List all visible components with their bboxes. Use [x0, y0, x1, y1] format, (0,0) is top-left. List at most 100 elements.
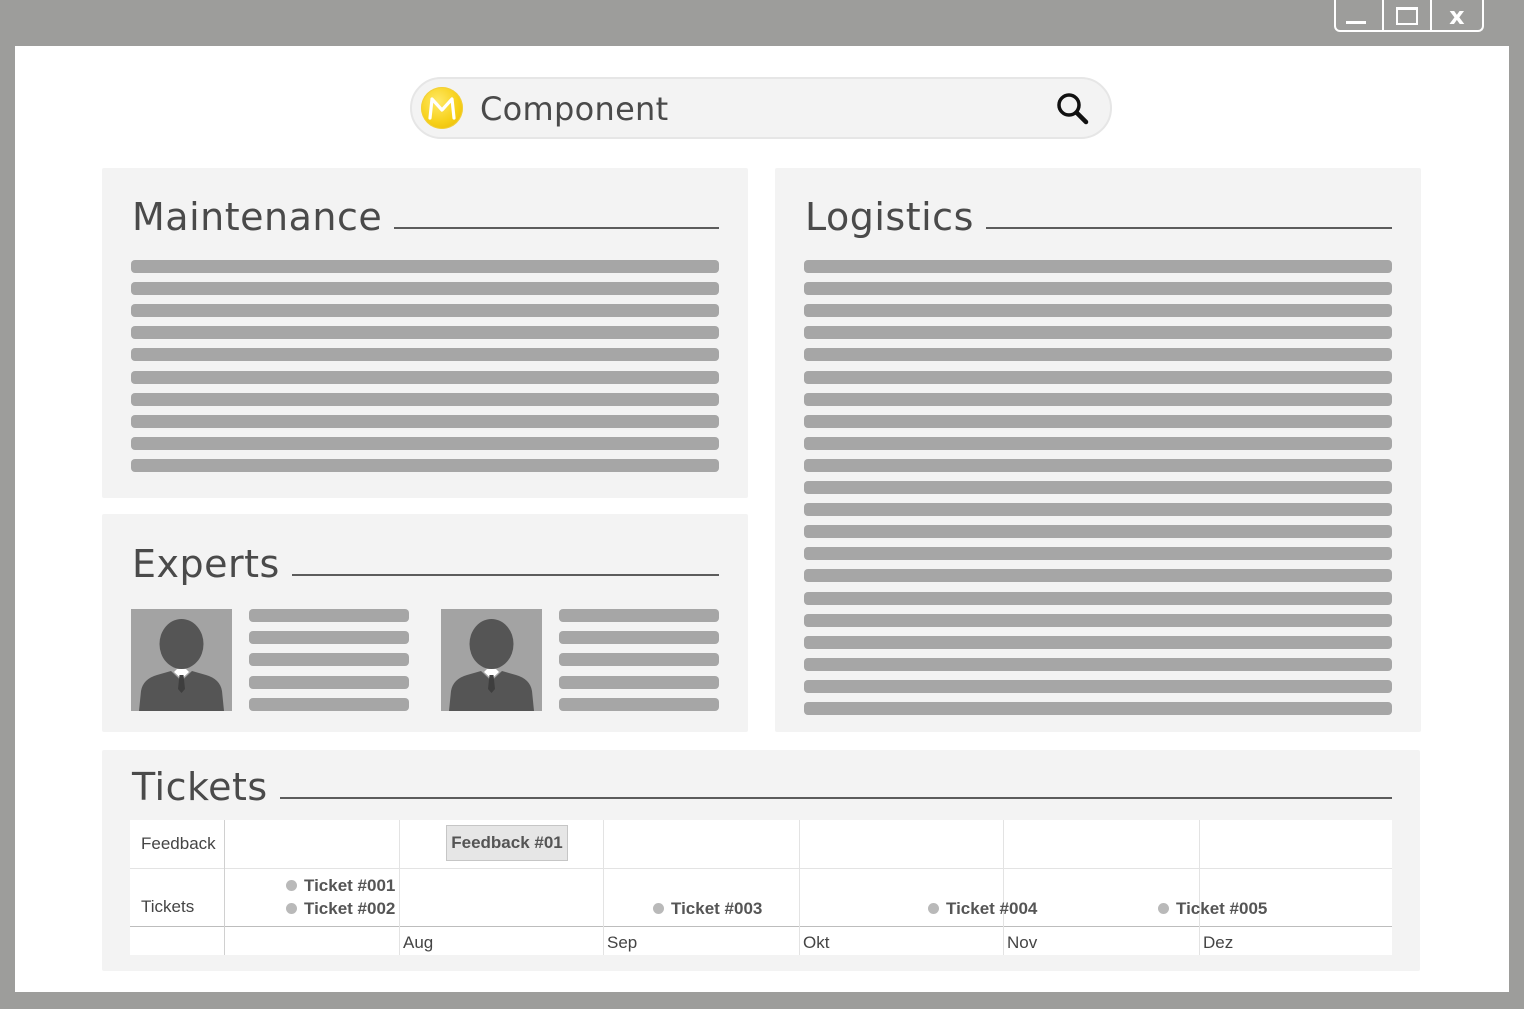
minimize-button[interactable]	[1336, 0, 1384, 30]
placeholder-line	[249, 653, 409, 667]
month-gridline	[399, 820, 400, 955]
placeholder-line	[131, 436, 719, 450]
minimize-icon	[1346, 21, 1366, 24]
panel-title: Experts	[132, 542, 292, 586]
placeholder-line	[804, 613, 1392, 627]
timeline: Feedback Tickets Aug Sep Okt Nov Dez Fee…	[130, 820, 1392, 955]
month-label: Dez	[1203, 933, 1234, 952]
title-rule	[264, 797, 1392, 799]
placeholder-line	[804, 370, 1392, 384]
placeholder-line	[131, 414, 719, 428]
placeholder-line	[131, 260, 719, 273]
month-gridline	[1199, 820, 1200, 955]
ticket-item[interactable]: Ticket #003	[653, 899, 762, 919]
placeholder-line	[804, 525, 1392, 539]
search-bar[interactable]: Component	[410, 77, 1112, 139]
axis-line	[130, 926, 1392, 927]
placeholder-line	[804, 326, 1392, 340]
placeholder-line	[131, 326, 719, 340]
placeholder-line	[804, 481, 1392, 494]
ticket-item[interactable]: Ticket #001	[286, 876, 395, 896]
title-rule	[364, 227, 719, 229]
placeholder-line	[131, 304, 719, 318]
placeholder-line	[559, 609, 719, 622]
placeholder-line	[559, 631, 719, 645]
ticket-item[interactable]: Ticket #002	[286, 899, 395, 919]
ticket-label: Ticket #002	[304, 899, 396, 918]
month-label: Okt	[803, 933, 830, 952]
ticket-item[interactable]: Ticket #004	[928, 899, 1037, 919]
placeholder-line	[131, 370, 719, 384]
placeholder-line	[131, 282, 719, 296]
panel-title: Maintenance	[132, 195, 395, 239]
placeholder-line	[131, 392, 719, 406]
panel-title: Tickets	[132, 765, 280, 809]
placeholder-line	[804, 591, 1392, 605]
month-label: Nov	[1007, 933, 1038, 952]
placeholder-line	[804, 702, 1392, 715]
title-rule	[970, 227, 1392, 229]
month-label: Sep	[607, 933, 638, 952]
close-icon: x	[1449, 2, 1465, 30]
ticket-label: Ticket #003	[671, 899, 763, 918]
ticket-label: Ticket #001	[304, 876, 396, 895]
month-gridline	[603, 820, 604, 955]
month-gridline	[1003, 820, 1004, 955]
panel-title: Logistics	[805, 195, 986, 239]
experts-panel: Experts	[102, 514, 748, 732]
logistics-panel: Logistics	[775, 168, 1421, 732]
placeholder-line	[131, 348, 719, 362]
title-rule	[270, 574, 719, 576]
row-label-feedback: Feedback	[141, 834, 216, 853]
placeholder-line	[249, 675, 409, 689]
placeholder-line	[804, 657, 1392, 671]
placeholder-line	[804, 392, 1392, 406]
close-button[interactable]: x	[1432, 0, 1482, 30]
placeholder-line	[804, 679, 1392, 693]
placeholder-line	[804, 348, 1392, 362]
row-divider	[130, 868, 1392, 869]
maximize-icon	[1395, 7, 1418, 25]
feedback-item[interactable]: Feedback #01	[446, 825, 568, 861]
placeholder-line	[249, 631, 409, 645]
placeholder-line	[804, 635, 1392, 649]
placeholder-line	[249, 697, 409, 711]
placeholder-line	[804, 260, 1392, 273]
month-gridline	[799, 820, 800, 955]
app-logo-icon	[421, 87, 463, 129]
ticket-item[interactable]: Ticket #005	[1158, 899, 1267, 919]
placeholder-line	[559, 697, 719, 711]
search-icon[interactable]	[1056, 92, 1090, 131]
placeholder-line	[131, 458, 719, 472]
row-label-tickets: Tickets	[141, 897, 195, 916]
tickets-panel: Tickets Feedback Tickets Aug Sep Okt Nov…	[102, 750, 1420, 971]
ticket-dot-icon	[1158, 903, 1169, 914]
label-divider	[224, 820, 225, 955]
ticket-dot-icon	[928, 903, 939, 914]
person-icon	[449, 619, 534, 711]
maintenance-panel: Maintenance	[102, 168, 748, 498]
ticket-label: Ticket #004	[946, 899, 1038, 918]
placeholder-line	[249, 609, 409, 622]
ticket-label: Ticket #005	[1176, 899, 1268, 918]
expert-avatar[interactable]	[441, 609, 542, 711]
ticket-dot-icon	[653, 903, 664, 914]
person-icon	[139, 619, 224, 711]
month-label: Aug	[403, 933, 434, 952]
maximize-button[interactable]	[1384, 0, 1432, 30]
placeholder-line	[804, 414, 1392, 428]
placeholder-line	[804, 458, 1392, 472]
ticket-dot-icon	[286, 880, 297, 891]
placeholder-line	[559, 653, 719, 667]
placeholder-line	[804, 547, 1392, 561]
placeholder-line	[804, 304, 1392, 318]
window-controls: x	[1334, 0, 1484, 32]
placeholder-line	[804, 503, 1392, 517]
expert-avatar[interactable]	[131, 609, 232, 711]
search-input[interactable]: Component	[480, 91, 668, 127]
placeholder-line	[804, 569, 1392, 583]
placeholder-line	[804, 436, 1392, 450]
ticket-dot-icon	[286, 903, 297, 914]
placeholder-line	[559, 675, 719, 689]
placeholder-line	[804, 282, 1392, 296]
